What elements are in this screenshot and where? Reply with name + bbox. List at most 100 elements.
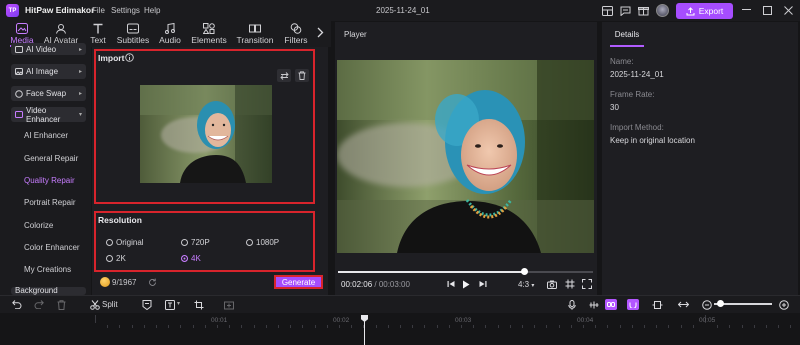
ruler-tick [192,325,194,328]
sidebar-item-colorize[interactable]: Colorize [24,221,53,230]
ruler-tick [180,325,182,328]
gift-icon[interactable] [637,4,650,17]
sidebar-background[interactable]: Background [11,287,86,295]
tab-transition[interactable]: Transition [235,22,275,46]
undo-icon[interactable] [10,298,23,311]
ruler-tick [387,325,389,328]
fit-timeline-icon[interactable] [677,298,690,311]
resolution-option-4k[interactable]: 4K [181,254,201,263]
crop-icon[interactable] [192,298,205,311]
sidebar-item-my-creations[interactable]: My Creations [24,265,71,274]
caret-down-icon[interactable]: ▾ [177,300,180,307]
ai-image-icon [15,68,23,75]
menu-settings[interactable]: Settings [111,6,140,15]
audio-icon [164,22,176,34]
caret-down-icon: ▾ [531,283,535,289]
zoom-slider-handle[interactable] [717,300,724,307]
timeline-ruler[interactable]: 00:01 00:02 00:03 00:04 00:05 [0,313,800,345]
tab-elements[interactable]: Elements [190,22,228,46]
video-preview[interactable] [337,60,594,253]
snapshot-icon[interactable] [546,278,558,290]
time-display: 00:02:06 / 00:03:00 [341,280,410,289]
ai-video-icon [15,45,23,53]
layout-icon[interactable] [601,4,614,17]
ruler-tick [131,325,133,328]
fullscreen-icon[interactable] [581,278,593,290]
caret-right-icon: ▸ [78,91,82,97]
minimize-icon[interactable] [740,4,752,16]
progress-handle[interactable] [520,268,528,275]
previous-frame-icon[interactable] [445,278,457,290]
split-label[interactable]: Split [102,300,118,309]
redo-icon[interactable] [32,298,45,311]
ruler-tick [753,325,755,328]
sidebar-ai-image[interactable]: AI Image ▸ [11,64,86,79]
magnet-icon[interactable] [627,299,639,310]
sidebar-item-color-enhancer[interactable]: Color Enhancer [24,243,80,252]
detail-import-method-value: Keep in original location [610,136,695,145]
generate-button[interactable]: Generate [274,275,323,289]
trash-icon[interactable] [295,69,309,82]
close-icon[interactable] [782,4,794,16]
split-audio-icon[interactable] [587,298,600,311]
sidebar-item-ai-enhancer[interactable]: AI Enhancer [24,131,68,140]
ruler-tick [619,325,621,328]
maximize-icon[interactable] [761,4,773,16]
play-icon[interactable] [460,278,472,290]
preview-track-icon[interactable] [651,298,664,311]
ruler-tick [143,325,145,328]
radio-icon [106,239,113,246]
aspect-ratio-select[interactable]: 4:3 ▾ [518,280,534,289]
replace-icon[interactable] [277,69,291,82]
resolution-option-720p[interactable]: 720P [181,238,210,247]
tab-filters[interactable]: Filters [278,22,314,46]
tab-text[interactable]: Text [80,22,116,46]
ruler-tick [107,325,109,328]
zoom-in-icon[interactable] [777,298,790,311]
ruler-tick [778,325,780,328]
grid-icon[interactable] [564,278,576,290]
next-frame-icon[interactable] [477,278,489,290]
ruler-tick [473,325,475,328]
delete-icon[interactable] [55,298,68,311]
sidebar-ai-video[interactable]: AI Video ▸ [11,43,86,55]
ruler-label: 00:04 [577,317,594,324]
sidebar-item-portrait-repair[interactable]: Portrait Repair [24,198,76,207]
export-button[interactable]: Export [676,3,733,19]
face-swap-icon [15,89,23,98]
refresh-icon[interactable] [148,278,157,287]
microphone-icon[interactable] [565,298,578,311]
ruler-tick [485,325,487,328]
resolution-option-1080p[interactable]: 1080P [246,238,279,247]
ruler-tick [217,325,218,328]
filters-icon [290,22,302,34]
split-icon[interactable] [88,298,101,311]
zoom-out-icon[interactable] [700,298,713,311]
info-icon[interactable] [125,53,134,62]
sidebar-item-general-repair[interactable]: General Repair [24,154,78,163]
app-logo-icon: TP [6,4,19,17]
sidebar-video-enhancer[interactable]: Video Enhancer ▾ [11,106,86,124]
user-avatar[interactable] [656,4,669,17]
imported-video-thumbnail[interactable] [140,85,272,183]
caret-right-icon: ▸ [78,69,82,75]
tab-details[interactable]: Details [610,24,644,45]
marker-icon[interactable] [140,298,153,311]
add-track-icon[interactable] [222,298,235,311]
tab-subtitles[interactable]: Subtitles [115,22,151,46]
tab-audio[interactable]: Audio [152,22,188,46]
link-icon[interactable] [605,299,617,310]
ruler-tick [668,325,670,328]
chevron-right-icon[interactable] [316,27,324,38]
sidebar-item-quality-repair[interactable]: Quality Repair [24,176,75,185]
ruler-tick [522,325,523,328]
app-title: HitPaw Edimakor [25,5,95,15]
resolution-option-2k[interactable]: 2K [106,254,126,263]
feedback-icon[interactable] [619,4,632,17]
resolution-option-original[interactable]: Original [106,238,144,247]
sidebar-face-swap[interactable]: Face Swap ▸ [11,86,86,101]
ruler-tick [607,325,609,328]
text-tool-icon[interactable] [163,298,176,311]
menu-file[interactable]: File [92,6,105,15]
menu-help[interactable]: Help [144,6,160,15]
